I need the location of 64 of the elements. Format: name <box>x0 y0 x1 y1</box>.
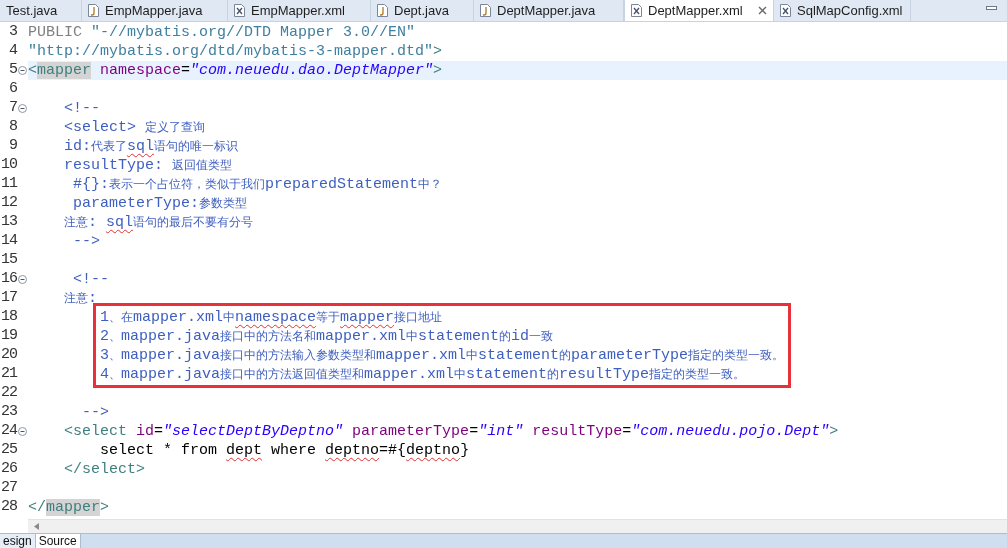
view-tab[interactable]: esign <box>0 534 36 548</box>
code-line: resultType: 返回值类型 <box>63 156 233 175</box>
line-number: 26 <box>0 459 17 480</box>
code-line: <select id="selectDeptByDeptno" parameterType="int" resultType="com.neuedu.pojo.Dept"> <box>63 422 839 441</box>
line-number: 17 <box>0 288 17 309</box>
line-number: 10 <box>0 155 17 176</box>
line-number: 12 <box>0 193 17 214</box>
code-line: id:代表了 sql语句的唯一标识 <box>63 137 239 156</box>
line-number: 27 <box>0 478 17 499</box>
code-line: select * from dept where deptno=#{deptno} <box>99 441 470 460</box>
editor-tab[interactable]: SqlMapConfig.xml <box>774 0 911 21</box>
code-line: 1、在mapper.xml中namespace等于mapper接口地址 <box>99 308 443 327</box>
minimize-icon[interactable] <box>986 6 997 10</box>
code-line: <mapper namespace="com.neuedu.dao.DeptMapper"> <box>28 61 443 80</box>
line-number: 14 <box>0 231 17 252</box>
line-number: 18 <box>0 307 17 328</box>
editor-tab[interactable]: EmpMapper.java <box>82 0 228 21</box>
line-number: 19 <box>0 326 17 347</box>
editor-tab[interactable]: Test.java <box>0 0 82 21</box>
code-line: <!-- <box>63 99 100 118</box>
line-number: 21 <box>0 364 17 385</box>
line-number: 28 <box>0 497 17 518</box>
line-number: 4 <box>8 41 17 62</box>
code-line: PUBLIC "-//mybatis.org//DTD Mapper 3.0//EN" <box>28 23 416 42</box>
line-number: 7 <box>8 98 17 119</box>
line-number: 20 <box>0 345 17 366</box>
code-line: --> <box>81 403 109 422</box>
code-line: 注意: sql语句的最后不要有分号 <box>63 213 254 232</box>
line-number: 8 <box>8 117 17 138</box>
editor-tab[interactable]: Dept.java <box>371 0 474 21</box>
line-number: 13 <box>0 212 17 233</box>
horizontal-scrollbar[interactable] <box>28 519 1007 533</box>
code-line: #{}:表示一个占位符，类似于我们preparedStatement中？ <box>72 175 443 194</box>
code-line: "http://mybatis.org/dtd/mybatis-3-mapper.dtd"> <box>28 42 443 61</box>
line-number: 15 <box>0 250 17 271</box>
line-number: 23 <box>0 402 17 423</box>
collapse-icon[interactable] <box>18 66 27 75</box>
code-line: </select> <box>63 460 146 479</box>
close-icon[interactable] <box>758 6 767 15</box>
line-number: 11 <box>0 174 17 195</box>
collapse-icon[interactable] <box>18 104 27 113</box>
scroll-left-icon[interactable] <box>34 523 39 530</box>
line-number: 5 <box>8 60 17 81</box>
view-tab[interactable]: Source <box>35 534 81 548</box>
code-line: 注意: <box>63 289 98 308</box>
collapse-icon[interactable] <box>18 427 27 436</box>
code-line: </mapper> <box>28 498 110 517</box>
code-line: --> <box>72 232 100 251</box>
line-number: 9 <box>8 136 17 157</box>
editor-tab[interactable]: DeptMapper.xml <box>624 0 774 21</box>
line-number: 25 <box>0 440 17 461</box>
code-line: 2、mapper.java接口中的方法名和mapper.xml中statement的id一致 <box>99 327 554 346</box>
code-line: <!-- <box>72 270 109 289</box>
line-number: 16 <box>0 269 17 290</box>
editor-tab[interactable]: EmpMapper.xml <box>228 0 371 21</box>
collapse-icon[interactable] <box>18 275 27 284</box>
code-line: <select> 定义了查询 <box>63 118 206 137</box>
line-number: 24 <box>0 421 17 442</box>
code-line: parameterType:参数类型 <box>72 194 248 213</box>
code-line: 3、mapper.java接口中的方法输入参数类型和mapper.xml中statement的parameterType指定的类型一致。 <box>99 346 785 365</box>
line-number: 6 <box>8 79 17 100</box>
code-line: 4、mapper.java接口中的方法返回值类型和mapper.xml中statement的resultType指定的类型一致。 <box>99 365 746 384</box>
line-number: 22 <box>0 383 17 404</box>
line-number: 3 <box>8 22 17 43</box>
